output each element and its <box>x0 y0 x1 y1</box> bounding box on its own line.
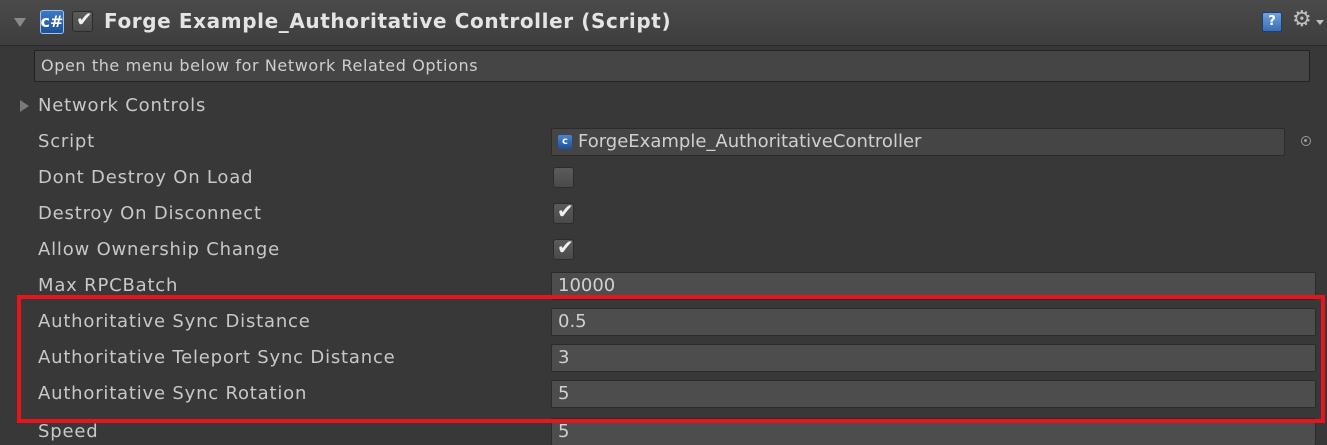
foldout-down-icon[interactable] <box>14 18 26 27</box>
object-picker-icon[interactable] <box>1301 136 1311 146</box>
check-icon: ✔ <box>76 7 93 31</box>
component-title: Forge Example_Authoritative Controller (… <box>104 9 672 33</box>
field-row-max-rpc-batch: Max RPCBatch 10000 <box>0 268 1327 304</box>
toggle-row-allow-ownership-change: Allow Ownership Change ✔ <box>0 232 1327 268</box>
component-enabled-checkbox[interactable]: ✔ <box>72 7 93 32</box>
csharp-script-icon: c <box>558 135 572 149</box>
toggle-row-dont-destroy-on-load: Dont Destroy On Load <box>0 160 1327 196</box>
foldout-label: Network Controls <box>38 95 207 116</box>
gear-caret-icon[interactable] <box>1316 20 1324 25</box>
network-controls-foldout[interactable]: Network Controls <box>0 88 1327 124</box>
script-object-field[interactable]: c ForgeExample_AuthoritativeController <box>551 128 1285 156</box>
field-label: Speed <box>38 421 99 442</box>
speed-input[interactable]: 5 <box>551 418 1316 445</box>
script-value: ForgeExample_AuthoritativeController <box>578 131 922 152</box>
field-label: Authoritative Teleport Sync Distance <box>38 347 396 368</box>
script-row: Script c ForgeExample_AuthoritativeContr… <box>0 124 1327 160</box>
field-row-authoritative-sync-rotation: Authoritative Sync Rotation 5 <box>0 376 1327 412</box>
field-label: Authoritative Sync Distance <box>38 311 311 332</box>
script-label: Script <box>38 131 96 152</box>
field-row-authoritative-sync-distance: Authoritative Sync Distance 0.5 <box>0 304 1327 340</box>
authoritative-sync-rotation-input[interactable]: 5 <box>551 380 1316 408</box>
check-icon: ✔ <box>557 199 574 223</box>
destroy-on-disconnect-checkbox[interactable]: ✔ <box>553 199 574 224</box>
field-row-authoritative-teleport-sync-distance: Authoritative Teleport Sync Distance 3 <box>0 340 1327 376</box>
check-icon: ✔ <box>557 235 574 259</box>
toggle-label: Destroy On Disconnect <box>38 203 262 224</box>
help-icon[interactable]: ? <box>1262 12 1282 32</box>
gear-icon[interactable]: ⚙ <box>1292 8 1312 32</box>
toggle-label: Allow Ownership Change <box>38 239 280 260</box>
field-label: Max RPCBatch <box>38 275 179 296</box>
authoritative-sync-distance-input[interactable]: 0.5 <box>551 308 1316 336</box>
component-header[interactable]: c# ✔ Forge Example_Authoritative Control… <box>0 0 1327 46</box>
field-row-speed: Speed 5 <box>0 414 1327 445</box>
foldout-right-icon[interactable] <box>20 100 29 112</box>
allow-ownership-change-checkbox[interactable]: ✔ <box>553 235 574 260</box>
csharp-script-icon: c# <box>40 10 64 34</box>
field-label: Authoritative Sync Rotation <box>38 383 308 404</box>
authoritative-teleport-sync-distance-input[interactable]: 3 <box>551 344 1316 372</box>
max-rpc-batch-input[interactable]: 10000 <box>551 272 1316 300</box>
help-box: Open the menu below for Network Related … <box>34 50 1310 82</box>
dont-destroy-on-load-checkbox[interactable] <box>553 167 574 188</box>
inspector-panel: c# ✔ Forge Example_Authoritative Control… <box>0 0 1327 445</box>
toggle-row-destroy-on-disconnect: Destroy On Disconnect ✔ <box>0 196 1327 232</box>
toggle-label: Dont Destroy On Load <box>38 167 254 188</box>
